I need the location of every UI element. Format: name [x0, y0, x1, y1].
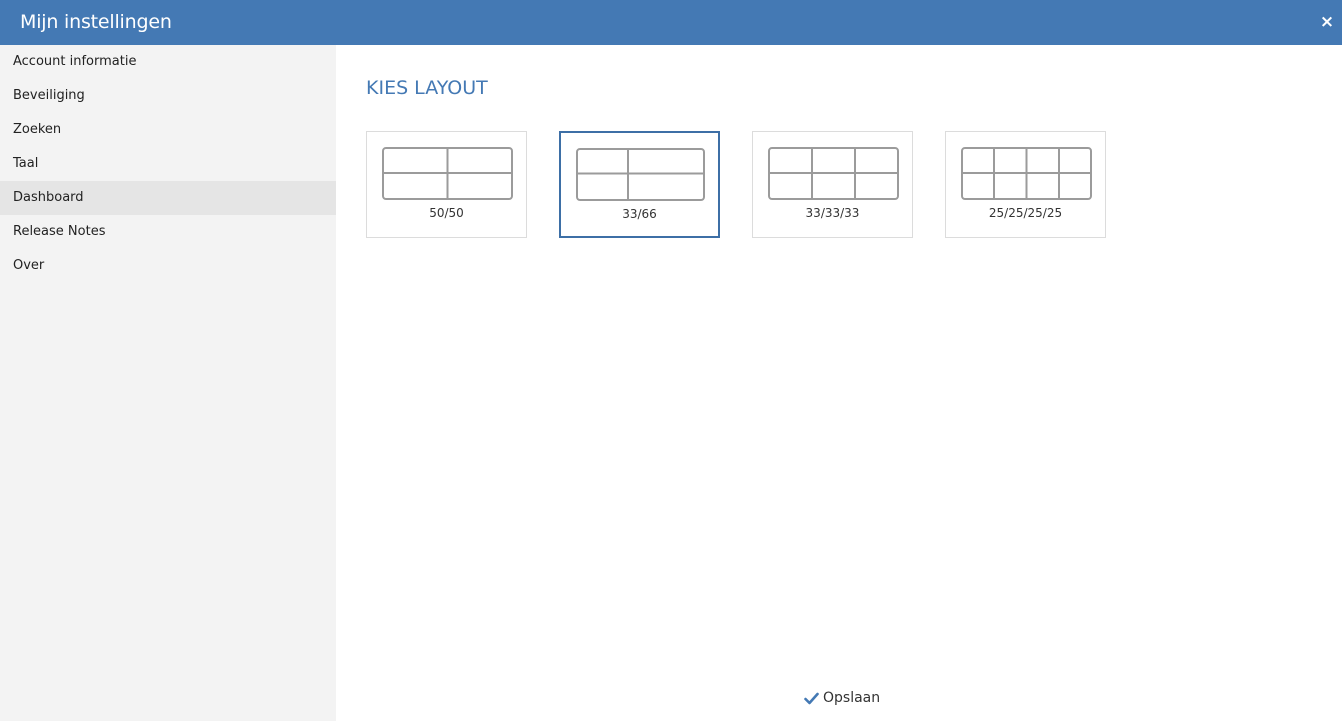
grid-33-66-icon	[576, 148, 705, 201]
settings-sidebar: Account informatie Beveiliging Zoeken Ta…	[0, 45, 336, 721]
grid-3-columns-icon	[768, 147, 899, 200]
layout-option-50-50[interactable]: 50/50	[366, 131, 527, 238]
layout-label: 33/33/33	[805, 206, 860, 220]
layout-option-25-25-25-25[interactable]: 25/25/25/25	[945, 131, 1106, 238]
layout-label: 25/25/25/25	[988, 206, 1063, 220]
layout-option-33-33-33[interactable]: 33/33/33	[752, 131, 913, 238]
sidebar-item-dashboard[interactable]: Dashboard	[0, 181, 336, 215]
close-icon[interactable]: ×	[1318, 12, 1336, 32]
sidebar-item-release-notes[interactable]: Release Notes	[0, 215, 336, 249]
sidebar-item-account-informatie[interactable]: Account informatie	[0, 45, 336, 79]
layout-option-33-66[interactable]: 33/66	[559, 131, 720, 238]
dialog-title: Mijn instellingen	[20, 11, 172, 33]
save-button[interactable]: Opslaan	[804, 690, 880, 706]
checkmark-icon	[804, 692, 819, 704]
dialog-header: Mijn instellingen ×	[0, 0, 1342, 45]
sidebar-item-over[interactable]: Over	[0, 249, 336, 283]
main-content: KIES LAYOUT 50/50 33/66 33/33/33 25/25/2…	[336, 45, 1342, 721]
save-label: Opslaan	[823, 690, 881, 706]
layout-label: 50/50	[429, 206, 464, 220]
sidebar-item-taal[interactable]: Taal	[0, 147, 336, 181]
layout-label: 33/66	[622, 207, 657, 221]
grid-2-columns-icon	[382, 147, 513, 200]
sidebar-item-zoeken[interactable]: Zoeken	[0, 113, 336, 147]
section-title: KIES LAYOUT	[366, 77, 488, 99]
grid-4-columns-icon	[961, 147, 1092, 200]
sidebar-item-beveiliging[interactable]: Beveiliging	[0, 79, 336, 113]
